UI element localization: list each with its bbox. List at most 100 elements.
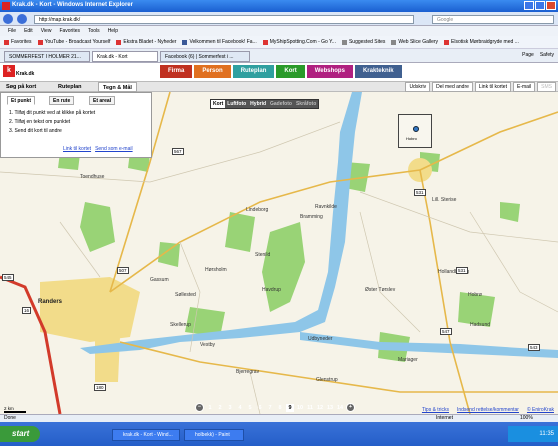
menu-search-map[interactable]: Søg på kort	[2, 82, 40, 92]
zoom-level[interactable]: 8	[276, 404, 284, 412]
forward-icon[interactable]	[17, 14, 27, 24]
road-number: 531	[456, 267, 468, 274]
close-button[interactable]	[546, 1, 556, 10]
menu-view[interactable]: View	[41, 26, 52, 36]
print-button[interactable]: Udskriv	[405, 82, 431, 92]
category-krakteknik[interactable]: Krakteknik	[354, 65, 402, 78]
maptype-gadefoto[interactable]: Gadefoto	[268, 100, 294, 108]
sms-button[interactable]: SMS	[537, 82, 556, 92]
zoom-level[interactable]: 12	[316, 404, 324, 412]
favorite-link[interactable]: Suggested Sites	[341, 39, 385, 45]
zoom-level[interactable]: 1	[206, 404, 214, 412]
map-canvas[interactable]: Et punkt En rute Et areal 1. Tilføj dit …	[0, 92, 558, 414]
place-label: Stenild	[255, 252, 271, 258]
krak-name: Krak.dk	[16, 71, 35, 77]
zoom-level[interactable]: 13	[326, 404, 334, 412]
zoom-level[interactable]: 10	[296, 404, 304, 412]
location-marker-icon[interactable]	[413, 126, 419, 132]
tab-sommerfest[interactable]: SOMMERFEST I HOLMER 21...	[4, 51, 90, 62]
menu-file[interactable]: File	[8, 26, 16, 36]
road-number: 180	[94, 384, 106, 391]
facebook-icon	[182, 39, 188, 45]
favorite-link[interactable]: Elsotisk Mørbraidgryde med ...	[444, 39, 519, 45]
tab-krak-kort[interactable]: Krak.dk - Kort	[92, 51, 158, 62]
share-button[interactable]: Del med andre	[432, 82, 473, 92]
page-menu[interactable]: Page	[522, 52, 534, 58]
category-firma[interactable]: Firma	[160, 65, 193, 78]
favorite-link[interactable]: MyShipSpotting.Com - Go Y...	[262, 39, 336, 45]
place-label: Glenstrup	[316, 377, 338, 383]
place-label: Havdrup	[262, 287, 281, 293]
menu-edit[interactable]: Edit	[24, 26, 33, 36]
road-number: 507	[117, 267, 129, 274]
zoom-level[interactable]: 3	[226, 404, 234, 412]
favorites-button[interactable]: Favorites	[4, 39, 32, 45]
tab-route[interactable]: En rute	[49, 96, 75, 105]
place-label: Lill. Sterise	[432, 197, 457, 203]
draw-panel: Et punkt En rute Et areal 1. Tilføj dit …	[0, 92, 152, 158]
send-email-link[interactable]: Send som e-mail	[95, 146, 133, 152]
ekstrabladet-icon	[116, 39, 122, 45]
browser-menu-bar: File Edit View Favorites Tools Help	[0, 26, 558, 36]
start-button[interactable]: start	[0, 426, 40, 442]
tab-facebook[interactable]: Facebook (6) | Sommerfest i ...	[160, 51, 250, 62]
instruction-step: 1. Tilføj dit punkt ved at klikke på kor…	[9, 110, 96, 116]
category-kort[interactable]: Kort	[276, 65, 305, 78]
zoom-level[interactable]: 14	[336, 404, 344, 412]
email-button[interactable]: E-mail	[512, 82, 536, 92]
zoom-level[interactable]: 4	[236, 404, 244, 412]
menu-tools[interactable]: Tools	[88, 26, 100, 36]
place-label: Vestby	[200, 342, 216, 348]
link-to-map[interactable]: Link til kortet	[63, 146, 91, 152]
instruction-step: 3. Send dit kort til andre	[9, 128, 62, 134]
place-label: Skellerup	[170, 322, 191, 328]
category-ruteplan[interactable]: Ruteplan	[232, 65, 275, 78]
map-pin-box[interactable]: Hobro	[398, 114, 432, 148]
menu-help[interactable]: Help	[108, 26, 118, 36]
zoom-level[interactable]: 7	[266, 404, 274, 412]
menu-route[interactable]: Ruteplan	[54, 82, 86, 92]
maptype-hybrid[interactable]: Hybrid	[248, 100, 268, 108]
tab-area[interactable]: Et areal	[89, 96, 116, 105]
zoom-out-icon[interactable]: −	[195, 403, 204, 412]
status-bar: Done Internet 100%	[0, 414, 558, 422]
task-paint[interactable]: holbekk) - Paint	[184, 429, 244, 441]
zoom-level[interactable]: 11	[306, 404, 314, 412]
search-input[interactable]: Google	[432, 15, 554, 24]
back-icon[interactable]	[3, 14, 13, 24]
maptype-luftfoto[interactable]: Luftfoto	[225, 100, 248, 108]
link-button[interactable]: Link til kortet	[474, 82, 511, 92]
road-number: 531	[414, 189, 426, 196]
tips-link[interactable]: Tips & tricks	[422, 407, 449, 413]
task-krak[interactable]: krak.dk - Kort - Wind...	[112, 429, 180, 441]
menu-draw-measure[interactable]: Tegn & Mål	[98, 82, 137, 92]
feedback-link[interactable]: Indsend rettelse/kommentar	[457, 407, 519, 413]
krak-logo[interactable]: k	[3, 65, 15, 77]
favorite-link[interactable]: Velkommen til Facebook! Fa...	[182, 39, 257, 45]
place-label: Mariager	[398, 357, 418, 363]
maximize-button[interactable]	[535, 1, 545, 10]
minimize-button[interactable]	[524, 1, 534, 10]
menu-favorites[interactable]: Favorites	[59, 26, 80, 36]
place-label: Hobrø	[468, 292, 482, 298]
taskbar: start krak.dk - Kort - Wind... holbekk) …	[0, 422, 558, 446]
zoom-level-current[interactable]: 9	[286, 403, 294, 412]
zoom-level[interactable]: 2	[216, 404, 224, 412]
favorite-link[interactable]: Ekstra Bladet - Nyheder	[116, 39, 176, 45]
place-label: Øster Tørslev	[365, 287, 396, 293]
favorite-link[interactable]: Web Slice Gallery	[391, 39, 438, 45]
zoom-level[interactable]: 5	[246, 404, 254, 412]
system-tray: 11:35	[508, 426, 558, 442]
page-zoom[interactable]: 100%	[520, 415, 533, 422]
security-zone: Internet	[436, 415, 453, 421]
tab-point[interactable]: Et punkt	[7, 96, 35, 105]
maptype-kort[interactable]: Kort	[211, 100, 226, 108]
zoom-level[interactable]: 6	[256, 404, 264, 412]
safety-menu[interactable]: Safety	[540, 52, 554, 58]
zoom-in-icon[interactable]: +	[346, 403, 355, 412]
category-webshops[interactable]: Webshops	[306, 65, 353, 78]
favorite-link[interactable]: YouTube - Broadcast Yourself	[37, 39, 110, 45]
url-field[interactable]: http://map.krak.dk/	[34, 15, 414, 24]
maptype-skraafoto[interactable]: Skråfoto	[294, 100, 318, 108]
category-person[interactable]: Person	[194, 65, 231, 78]
